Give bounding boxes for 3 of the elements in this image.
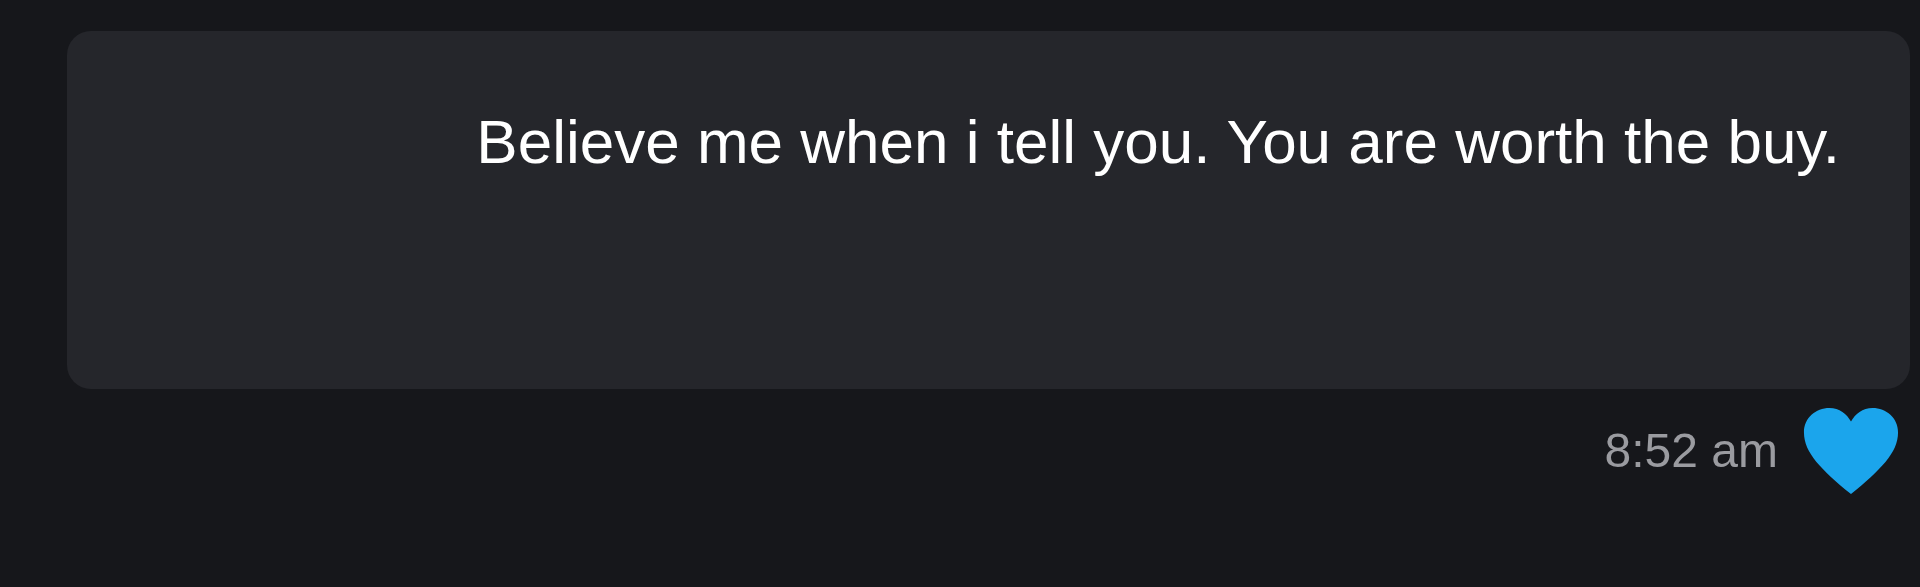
message-text: Believe me when i tell you. You are worth the buy. — [476, 107, 1840, 176]
heart-icon[interactable] — [1802, 405, 1900, 497]
message-time: 8:52 am — [1604, 423, 1778, 479]
